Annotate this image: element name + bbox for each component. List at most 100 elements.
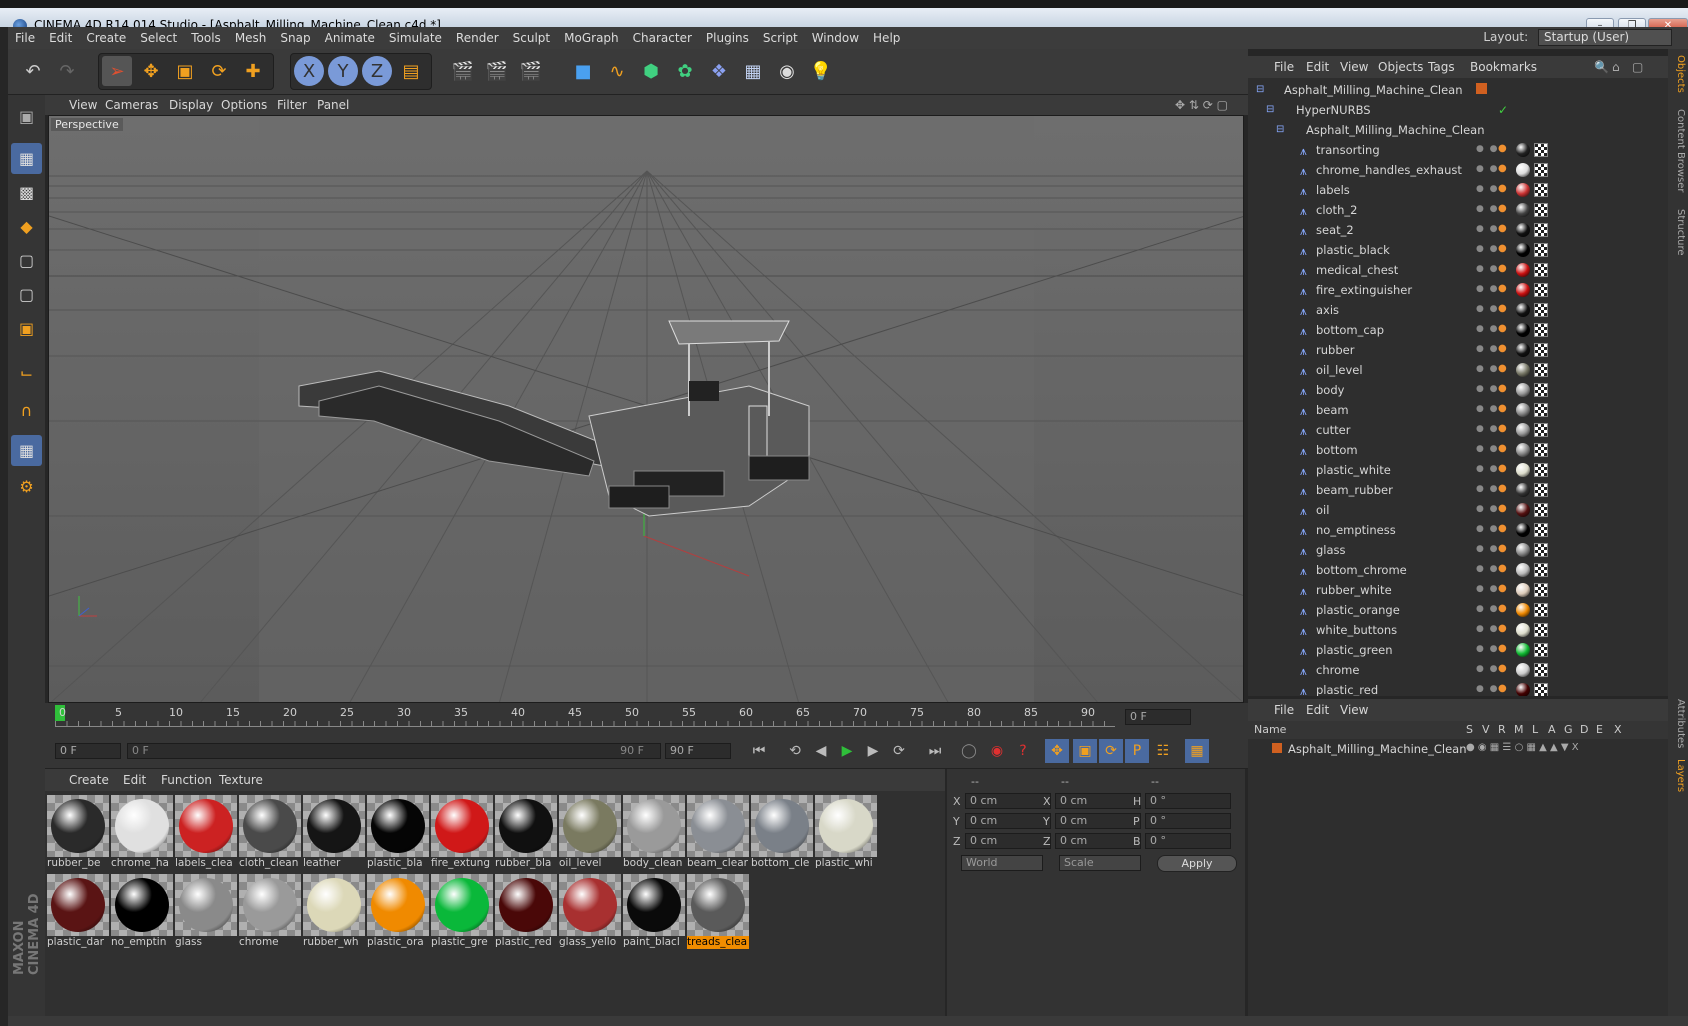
visibility-dots-icon[interactable]: ● ● (1476, 644, 1497, 654)
uvw-tag-icon[interactable] (1534, 223, 1548, 237)
visibility-dots-icon[interactable]: ● ● (1476, 384, 1497, 394)
visibility-dots-icon[interactable]: ● ● (1476, 304, 1497, 314)
uvw-tag-icon[interactable] (1534, 603, 1548, 617)
material-tag-icon[interactable] (1516, 383, 1530, 397)
material-tag-icon[interactable] (1516, 403, 1530, 417)
coordinate-mode-dropdown[interactable]: World (961, 855, 1043, 871)
keyframe-selection-icon[interactable]: ? (1011, 739, 1035, 763)
layer-col-locked[interactable]: L (1532, 723, 1538, 736)
timeline-window-icon[interactable]: ▦ (1185, 739, 1209, 763)
visibility-dots-icon[interactable]: ● ● (1476, 404, 1497, 414)
visibility-dots-icon[interactable]: ● ● (1476, 544, 1497, 554)
object-row[interactable]: ⩚ beam_rubber ● ● ● (1248, 480, 1653, 500)
coordinate-system-icon[interactable]: ▤ (396, 56, 426, 86)
y-axis-lock-icon[interactable]: Y (328, 56, 358, 86)
layer-col-animation[interactable]: A (1548, 723, 1556, 736)
phong-tag-icon[interactable]: ● (1498, 643, 1507, 654)
phong-tag-icon[interactable]: ● (1498, 603, 1507, 614)
material-swatch[interactable]: plastic_dar (47, 874, 109, 949)
material-tag-icon[interactable] (1516, 423, 1530, 437)
phong-tag-icon[interactable]: ● (1498, 403, 1507, 414)
uvw-tag-icon[interactable] (1534, 483, 1548, 497)
go-to-start-icon[interactable]: ⏮ (747, 739, 771, 763)
polygons-mode-icon[interactable]: ▣ (11, 313, 42, 344)
camera-icon[interactable]: ◉ (772, 56, 802, 86)
material-swatch[interactable]: chrome (239, 874, 301, 949)
phong-tag-icon[interactable]: ● (1498, 683, 1507, 694)
key-rotation-icon[interactable]: ⟳ (1099, 739, 1123, 763)
material-swatch[interactable]: plastic_red (495, 874, 557, 949)
material-tag-icon[interactable] (1516, 463, 1530, 477)
subdivision-icon[interactable]: ⬢ (636, 56, 666, 86)
object-row[interactable]: ⩚ axis ● ● ● (1248, 300, 1653, 320)
viewport-scene[interactable] (49, 116, 1244, 703)
layer-col-xref[interactable]: X (1614, 723, 1622, 736)
uvw-tag-icon[interactable] (1534, 463, 1548, 477)
object-row[interactable]: ⩚ plastic_white ● ● ● (1248, 460, 1653, 480)
menu-edit[interactable]: Edit (42, 27, 79, 49)
material-tag-icon[interactable] (1516, 643, 1530, 657)
objects-menu-objects[interactable]: Objects (1378, 60, 1423, 74)
layer-col-generators[interactable]: G (1564, 723, 1573, 736)
object-row[interactable]: ⩚ no_emptiness ● ● ● (1248, 520, 1653, 540)
object-row[interactable]: ⩚ beam ● ● ● (1248, 400, 1653, 420)
material-swatch[interactable]: rubber_be (47, 795, 109, 870)
visibility-dots-icon[interactable]: ● ● (1476, 424, 1497, 434)
menu-file[interactable]: File (8, 27, 42, 49)
material-swatch[interactable]: rubber_bla (495, 795, 557, 870)
menu-render[interactable]: Render (449, 27, 506, 49)
material-swatch[interactable]: beam_clear (687, 795, 749, 870)
visibility-dots-icon[interactable]: ● ● (1476, 624, 1497, 634)
material-swatch[interactable]: glass (175, 874, 237, 949)
menu-snap[interactable]: Snap (273, 27, 317, 49)
key-scale-icon[interactable]: ▣ (1073, 739, 1097, 763)
z-axis-lock-icon[interactable]: Z (362, 56, 392, 86)
collapse-icon[interactable]: ⊟ (1266, 104, 1274, 115)
material-tag-icon[interactable] (1516, 303, 1530, 317)
material-swatch[interactable]: glass_yello (559, 874, 621, 949)
phong-tag-icon[interactable]: ● (1498, 563, 1507, 574)
layers-menu-file[interactable]: File (1274, 703, 1294, 717)
key-pla-icon[interactable]: ☷ (1151, 739, 1175, 763)
deformer-icon[interactable]: ❖ (704, 56, 734, 86)
material-menu-function[interactable]: Function (161, 773, 212, 787)
menu-character[interactable]: Character (626, 27, 699, 49)
phong-tag-icon[interactable]: ● (1498, 383, 1507, 394)
visibility-dots-icon[interactable]: ● ● (1476, 144, 1497, 154)
end-frame-field[interactable]: 90 F (665, 743, 731, 759)
layer-col-manager[interactable]: M (1514, 723, 1524, 736)
autokey-icon[interactable]: ◉ (985, 739, 1009, 763)
floor-icon[interactable]: ▦ (738, 56, 768, 86)
object-row[interactable]: ⩚ bottom ● ● ● (1248, 440, 1653, 460)
uvw-tag-icon[interactable] (1534, 343, 1548, 357)
texture-mode-icon[interactable]: ▩ (11, 177, 42, 208)
phong-tag-icon[interactable]: ● (1498, 223, 1507, 234)
phong-tag-icon[interactable]: ● (1498, 443, 1507, 454)
object-row[interactable]: ⩚ cutter ● ● ● (1248, 420, 1653, 440)
objects-menu-edit[interactable]: Edit (1306, 60, 1329, 74)
material-swatch[interactable]: no_emptin (111, 874, 173, 949)
cloner-icon[interactable]: ✿ (670, 56, 700, 86)
perspective-viewport[interactable]: Perspective (48, 115, 1244, 703)
visibility-dots-icon[interactable]: ● ● (1476, 484, 1497, 494)
timeline-ruler[interactable]: 0 5 10 15 20 25 30 35 40 45 50 55 60 65 … (45, 703, 1248, 733)
object-row[interactable]: ⩚ labels ● ● ● (1248, 180, 1653, 200)
layer-col-deformers[interactable]: D (1580, 723, 1588, 736)
uvw-tag-icon[interactable] (1534, 543, 1548, 557)
visibility-dots-icon[interactable]: ● ● (1476, 584, 1497, 594)
uvw-tag-icon[interactable] (1534, 323, 1548, 337)
collapse-icon[interactable]: ⊟ (1256, 84, 1264, 95)
object-row[interactable]: ⩚ transorting ● ● ● (1248, 140, 1653, 160)
material-tag-icon[interactable] (1516, 343, 1530, 357)
viewport-menu-filter[interactable]: Filter (277, 98, 307, 112)
tab-layers[interactable]: Layers (1670, 759, 1686, 792)
uvw-tag-icon[interactable] (1534, 263, 1548, 277)
object-row[interactable]: ⩚ plastic_black ● ● ● (1248, 240, 1653, 260)
apply-button[interactable]: Apply (1157, 855, 1237, 872)
material-swatch[interactable]: leather (303, 795, 365, 870)
uvw-tag-icon[interactable] (1534, 283, 1548, 297)
tab-content-browser[interactable]: Content Browser (1670, 109, 1686, 192)
go-to-end-icon[interactable]: ⏭ (923, 739, 947, 763)
material-tag-icon[interactable] (1516, 263, 1530, 277)
phong-tag-icon[interactable]: ● (1498, 323, 1507, 334)
